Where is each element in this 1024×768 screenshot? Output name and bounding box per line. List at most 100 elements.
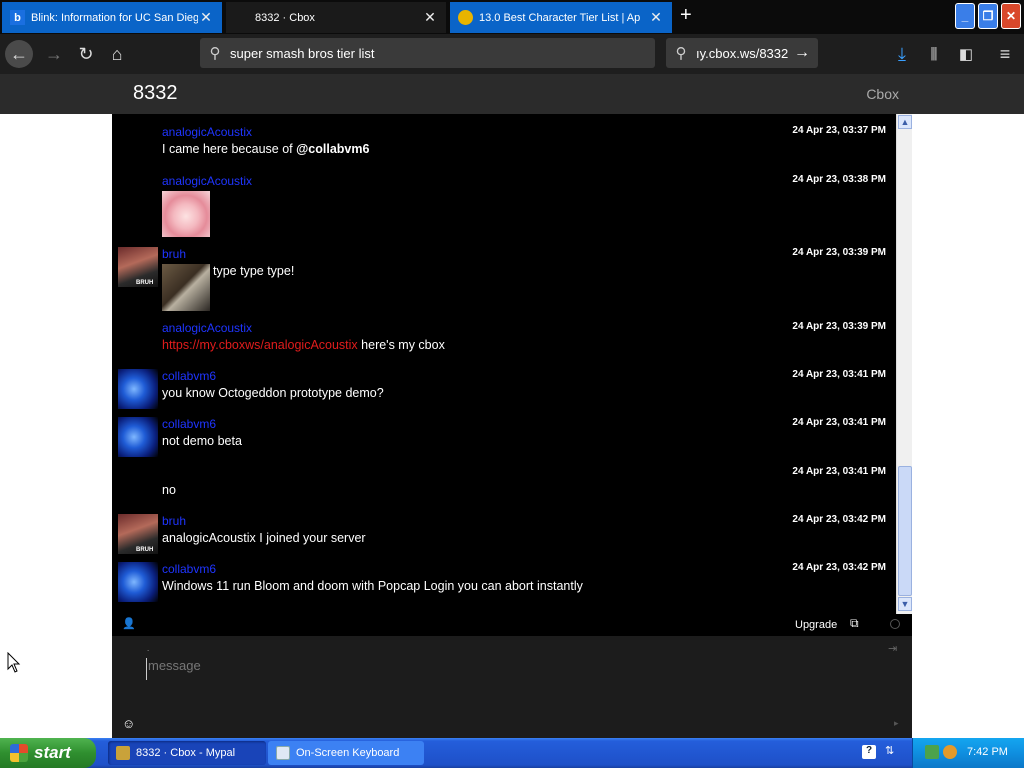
minimize-button[interactable]: _ <box>955 3 975 29</box>
timestamp: 24 Apr 23, 03:41 PM <box>792 466 886 477</box>
help-icon[interactable]: ? <box>862 745 876 759</box>
cbox-favicon-icon <box>234 10 249 25</box>
message-input[interactable]: message <box>146 658 846 680</box>
cbox-link[interactable]: https://my.cboxws/analogicAcoustix <box>162 338 358 352</box>
anime-girl-image[interactable] <box>162 191 210 237</box>
username[interactable]: analogicAcoustix <box>162 125 252 139</box>
timestamp: 24 Apr 23, 03:41 PM <box>792 369 886 380</box>
scroll-down-arrow-icon[interactable]: ▼ <box>898 597 912 611</box>
reload-icon[interactable]: ↻ <box>72 40 100 68</box>
timestamp: 24 Apr 23, 03:41 PM <box>792 417 886 428</box>
chat-message: collabvm6 24 Apr 23, 03:41 PM not demo b… <box>112 417 892 461</box>
start-button[interactable]: start <box>0 738 96 768</box>
external-link-icon[interactable]: ⧉ <box>850 616 859 631</box>
windows-logo-icon <box>10 744 28 762</box>
taskbar-item-keyboard[interactable]: On-Screen Keyboard <box>268 741 424 765</box>
name-field-indicator[interactable]: . <box>147 644 149 653</box>
close-tab-icon[interactable]: ✕ <box>198 9 214 26</box>
cat-typing-image[interactable] <box>162 264 210 311</box>
back-arrow-icon[interactable]: ← <box>5 40 33 68</box>
message-text-plain: I came here because of <box>162 142 297 156</box>
taskbar-item-mypal[interactable]: 8332 · Cbox - Mypal <box>108 741 266 765</box>
chat-message: collabvm6 24 Apr 23, 03:42 PM Windows 11… <box>112 562 892 606</box>
forward-arrow-icon[interactable]: → <box>40 40 68 68</box>
chat-scrollbar[interactable]: ▲ ▼ <box>896 114 912 614</box>
scroll-thumb[interactable] <box>898 466 912 596</box>
search-icon: ⚲ <box>675 45 687 62</box>
message-text: not demo beta <box>162 434 242 448</box>
go-arrow-icon[interactable]: → <box>794 44 818 62</box>
username[interactable]: analogicAcoustix <box>162 321 252 335</box>
message-text: you know Octogeddon prototype demo? <box>162 386 384 400</box>
navigation-toolbar: ← → ↻ ⌂ ⚲ super smash bros tier list ⚲ ı… <box>0 34 1024 74</box>
blink-favicon-icon: b <box>10 10 25 25</box>
tab-title: 13.0 Best Character Tier List | Ap <box>479 11 641 24</box>
tab-tier-list[interactable]: 13.0 Best Character Tier List | Ap ✕ <box>450 2 672 33</box>
timestamp: 24 Apr 23, 03:38 PM <box>792 174 886 185</box>
username[interactable]: collabvm6 <box>162 369 216 383</box>
timestamp: 24 Apr 23, 03:42 PM <box>792 562 886 573</box>
avatar <box>118 247 158 287</box>
username[interactable]: collabvm6 <box>162 417 216 431</box>
upgrade-link[interactable]: Upgrade <box>795 619 837 631</box>
close-tab-icon[interactable]: ✕ <box>422 9 438 26</box>
tab-cbox[interactable]: 8332 · Cbox ✕ <box>226 2 446 33</box>
message-text: I came here because of @collabvm6 <box>162 142 369 156</box>
clock: 7:42 PM <box>967 746 1008 758</box>
username[interactable]: analogicAcoustix <box>162 174 252 188</box>
url-bar[interactable]: ⚲ ıy.cbox.ws/8332 → <box>666 38 818 68</box>
status-circle-icon[interactable] <box>890 619 900 629</box>
sidebar-icon[interactable]: ◧ <box>952 40 980 68</box>
search-icon: ⚲ <box>209 45 221 62</box>
home-icon[interactable]: ⌂ <box>103 40 131 68</box>
timestamp: 24 Apr 23, 03:39 PM <box>792 247 886 258</box>
tab-blink[interactable]: b Blink: Information for UC San Dieg ✕ <box>2 2 222 33</box>
username[interactable]: bruh <box>162 514 186 528</box>
username[interactable]: bruh <box>162 247 186 261</box>
download-icon[interactable]: ⤓ <box>888 40 916 68</box>
tab-title: Blink: Information for UC San Dieg <box>31 11 198 24</box>
tierlist-favicon-icon <box>458 10 473 25</box>
mouse-cursor-icon <box>7 652 21 673</box>
timestamp: 24 Apr 23, 03:37 PM <box>792 125 886 136</box>
menu-icon[interactable]: ≡ <box>991 40 1019 68</box>
emoji-icon[interactable]: ☺ <box>122 716 135 731</box>
task-label: 8332 · Cbox - Mypal <box>136 747 236 759</box>
network-icon[interactable]: ⇅ <box>885 744 894 757</box>
browser-tab-strip: b Blink: Information for UC San Dieg ✕ 8… <box>0 0 1024 34</box>
restore-button[interactable]: ❐ <box>978 3 998 29</box>
page-header: 8332 Cbox <box>0 74 1024 114</box>
new-tab-plus-icon[interactable]: + <box>680 4 692 27</box>
search-bar[interactable]: ⚲ super smash bros tier list <box>200 38 655 68</box>
timestamp: 24 Apr 23, 03:42 PM <box>792 514 886 525</box>
close-tab-icon[interactable]: ✕ <box>648 9 664 26</box>
library-icon[interactable]: ⫼ <box>920 40 948 68</box>
page-title: 8332 <box>133 82 178 104</box>
tray-search-icon[interactable] <box>943 745 957 759</box>
search-text: super smash bros tier list <box>230 45 375 61</box>
chat-message: analogicAcoustix 24 Apr 23, 03:39 PM htt… <box>112 321 892 365</box>
more-arrow-icon[interactable]: ▸ <box>894 718 899 729</box>
tray-app-icon[interactable] <box>925 745 939 759</box>
scroll-up-arrow-icon[interactable]: ▲ <box>898 115 912 129</box>
chat-message: collabvm6 24 Apr 23, 03:41 PM you know O… <box>112 369 892 413</box>
avatar <box>118 562 158 602</box>
user-icon[interactable]: 👤 <box>122 617 136 630</box>
message-text: Windows 11 run Bloom and doom with Popca… <box>162 579 583 593</box>
avatar <box>118 514 158 554</box>
mypal-icon <box>116 746 130 760</box>
login-icon[interactable]: ⇥ <box>888 642 897 655</box>
url-text: ıy.cbox.ws/8332 <box>696 45 789 61</box>
message-text: type type type! <box>213 264 295 278</box>
message-text-plain: here's my cbox <box>357 338 445 352</box>
chat-message: analogicAcoustix 24 Apr 23, 03:37 PM I c… <box>112 125 892 170</box>
timestamp: 24 Apr 23, 03:39 PM <box>792 321 886 332</box>
chat-message-list[interactable]: analogicAcoustix 24 Apr 23, 03:37 PM I c… <box>112 114 912 614</box>
username[interactable]: collabvm6 <box>162 562 216 576</box>
chat-message: bruh 24 Apr 23, 03:42 PM analogicAcousti… <box>112 514 892 558</box>
cbox-brand[interactable]: Cbox <box>866 86 899 102</box>
keyboard-icon <box>276 746 290 760</box>
message-text: no <box>162 483 176 497</box>
close-window-button[interactable]: ✕ <box>1001 3 1021 29</box>
message-input-area: . ⇥ message ☺ ▸ <box>112 636 912 738</box>
